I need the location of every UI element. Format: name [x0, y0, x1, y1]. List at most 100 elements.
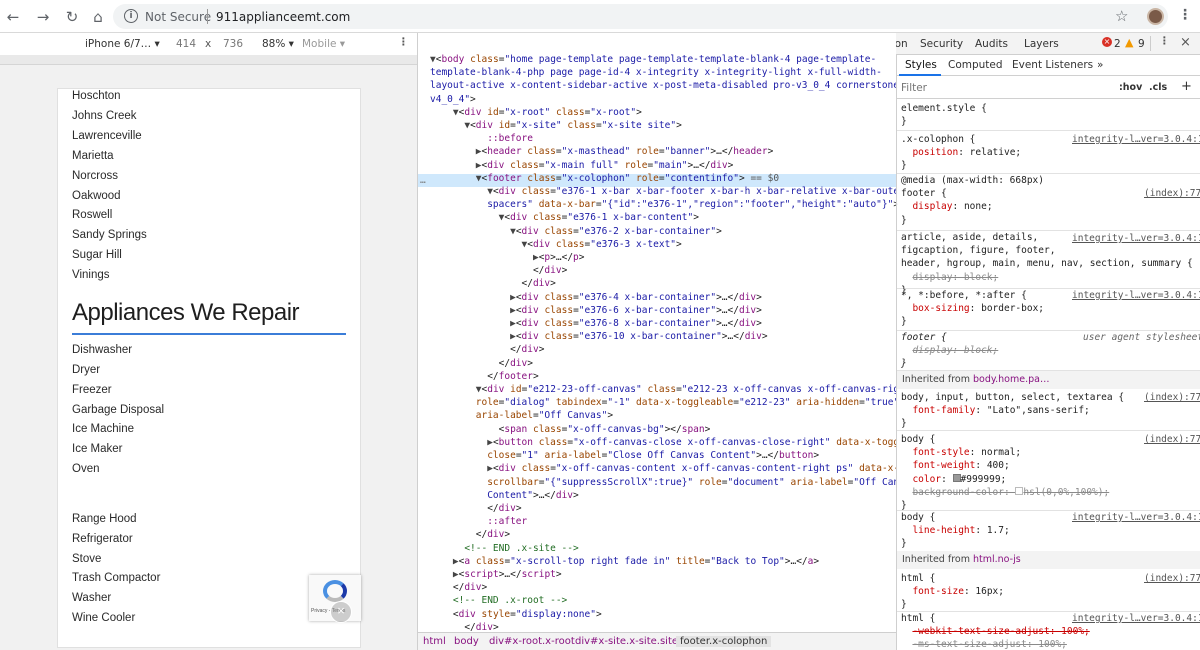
zoom-select[interactable]: 88% ▾: [262, 38, 294, 50]
appliance-list-item[interactable]: Range Hood: [72, 513, 137, 525]
rule-source-link[interactable]: integrity-l…ver=3.0.4:1: [1072, 289, 1200, 302]
city-list-item[interactable]: Johns Creek: [72, 110, 137, 122]
warning-icon[interactable]: ▲: [1125, 36, 1133, 49]
menu-kebab-icon[interactable]: ⋮: [1178, 7, 1192, 23]
height-input[interactable]: 736: [223, 38, 243, 50]
overridden-declaration[interactable]: -ms-text-size-adjust: 100%;: [912, 639, 1066, 650]
city-list-item[interactable]: Marietta: [72, 150, 114, 162]
subtab-styles[interactable]: Styles: [905, 59, 937, 71]
css-property[interactable]: font-family: [912, 405, 975, 416]
city-list-item[interactable]: Hoschton: [72, 90, 121, 102]
css-value[interactable]: 16px;: [975, 586, 1004, 597]
appliance-list-item[interactable]: Ice Maker: [72, 443, 123, 455]
overridden-declaration[interactable]: display: block;: [912, 272, 998, 283]
appliance-list-item[interactable]: Stove: [72, 553, 101, 565]
breadcrumb-item[interactable]: div#x-site.x-site.site: [575, 636, 678, 647]
address-bar[interactable]: i Not Secure 911applianceemt.com ☆: [113, 4, 1168, 29]
appliance-list-item[interactable]: Washer: [72, 592, 111, 604]
avatar[interactable]: [1147, 8, 1164, 25]
styles-filter-input[interactable]: [901, 80, 1111, 96]
city-list-item[interactable]: Oakwood: [72, 190, 121, 202]
node-ellipsis[interactable]: …: [420, 174, 426, 187]
url-text[interactable]: 911applianceemt.com: [216, 10, 350, 24]
throttle-select[interactable]: Mobile ▾: [302, 38, 345, 50]
cls-toggle[interactable]: .cls: [1149, 82, 1167, 93]
rule-source-link[interactable]: (index):77: [1144, 433, 1200, 446]
css-property[interactable]: color: [912, 474, 941, 485]
breadcrumb-item[interactable]: footer.x-colophon: [676, 636, 772, 647]
media-query-ruler[interactable]: [0, 55, 417, 65]
warning-count[interactable]: 9: [1138, 38, 1145, 50]
dom-tree[interactable]: ▼<body class="home page-template page-te…: [430, 53, 896, 634]
tab-layers[interactable]: Layers: [1024, 38, 1059, 50]
forward-icon[interactable]: →: [34, 8, 52, 26]
css-property[interactable]: font-weight: [912, 460, 975, 471]
city-list-item[interactable]: Roswell: [72, 209, 112, 221]
rule-source-link[interactable]: integrity-l…ver=3.0.4:1: [1072, 232, 1200, 245]
css-property[interactable]: font-size: [912, 586, 963, 597]
css-value[interactable]: relative;: [970, 147, 1021, 158]
city-list-item[interactable]: Sandy Springs: [72, 229, 147, 241]
breadcrumb-item[interactable]: html: [423, 636, 446, 647]
device-options-kebab-icon[interactable]: ⋮: [398, 36, 409, 48]
inherited-selector[interactable]: html.no-js: [973, 554, 1021, 565]
close-devtools-icon[interactable]: ×: [1180, 35, 1191, 50]
city-list-item[interactable]: Norcross: [72, 170, 118, 182]
info-icon[interactable]: i: [124, 9, 138, 23]
rule-source-link[interactable]: integrity-l…ver=3.0.4:1: [1072, 133, 1200, 146]
css-property[interactable]: box-sizing: [912, 303, 969, 314]
subtab-more[interactable]: »: [1097, 59, 1103, 71]
css-property[interactable]: position: [912, 147, 958, 158]
css-value[interactable]: 400;: [987, 460, 1010, 471]
css-value[interactable]: "Lato",sans-serif;: [987, 405, 1090, 416]
appliance-list-item[interactable]: Garbage Disposal: [72, 404, 164, 416]
css-property[interactable]: display: [912, 201, 952, 212]
appliance-list-item[interactable]: Refrigerator: [72, 533, 133, 545]
css-property[interactable]: font-style: [912, 447, 969, 458]
city-list-item[interactable]: Lawrenceville: [72, 130, 142, 142]
overridden-declaration[interactable]: -webkit-text-size-adjust: 100%;: [912, 626, 1089, 637]
css-property[interactable]: background-color: [912, 487, 1004, 498]
appliance-list-item[interactable]: Oven: [72, 463, 100, 475]
css-value[interactable]: normal;: [981, 447, 1021, 458]
city-list-item[interactable]: Vinings: [72, 269, 110, 281]
tab-audits[interactable]: Audits: [975, 38, 1008, 50]
new-rule-icon[interactable]: +: [1181, 79, 1192, 94]
rule-source-link[interactable]: integrity-l…ver=3.0.4:1: [1072, 612, 1200, 625]
appliance-list-item[interactable]: Ice Machine: [72, 423, 134, 435]
rule-source-link[interactable]: integrity-l…ver=3.0.4:1: [1072, 511, 1200, 524]
device-select[interactable]: iPhone 6/7… ▾: [85, 38, 160, 50]
color-swatch-icon[interactable]: [952, 473, 961, 482]
width-input[interactable]: 414: [176, 38, 196, 50]
bookmark-star-icon[interactable]: ☆: [1115, 7, 1128, 25]
subtab-event-listeners[interactable]: Event Listeners: [1012, 59, 1093, 71]
back-icon[interactable]: ←: [4, 8, 22, 26]
rule-source-link[interactable]: (index):77: [1144, 572, 1200, 585]
hov-toggle[interactable]: :hov: [1119, 82, 1142, 93]
city-list-item[interactable]: Sugar Hill: [72, 249, 122, 261]
tab-security[interactable]: Security: [920, 38, 963, 50]
error-count[interactable]: 2: [1114, 38, 1121, 50]
appliance-list-item[interactable]: Trash Compactor: [72, 572, 160, 584]
close-icon[interactable]: ×: [330, 601, 352, 623]
appliance-list-item[interactable]: Freezer: [72, 384, 112, 396]
error-icon[interactable]: ×: [1102, 37, 1112, 47]
css-value[interactable]: border-box;: [981, 303, 1044, 314]
breadcrumb-item[interactable]: div#x-root.x-root: [489, 636, 575, 647]
rule-source-link[interactable]: (index):77: [1144, 391, 1200, 404]
css-value[interactable]: 1.7;: [987, 525, 1010, 536]
appliance-list-item[interactable]: Wine Cooler: [72, 612, 135, 624]
css-property[interactable]: line-height: [912, 525, 975, 536]
devtools-menu-kebab-icon[interactable]: ⋮: [1159, 35, 1170, 47]
css-value[interactable]: none;: [964, 201, 993, 212]
appliance-list-item[interactable]: Dishwasher: [72, 344, 132, 356]
reload-icon[interactable]: ↻: [63, 8, 81, 26]
css-value[interactable]: hsl(0,0%,100%);: [1023, 487, 1109, 498]
appliance-list-item[interactable]: Dryer: [72, 364, 100, 376]
home-icon[interactable]: ⌂: [89, 8, 107, 26]
subtab-computed[interactable]: Computed: [948, 59, 1003, 71]
css-value[interactable]: #999999;: [961, 474, 1007, 485]
overridden-declaration[interactable]: display: block;: [912, 345, 998, 356]
rule-source-link[interactable]: (index):77: [1144, 187, 1200, 200]
breadcrumb-item[interactable]: body: [454, 636, 479, 647]
